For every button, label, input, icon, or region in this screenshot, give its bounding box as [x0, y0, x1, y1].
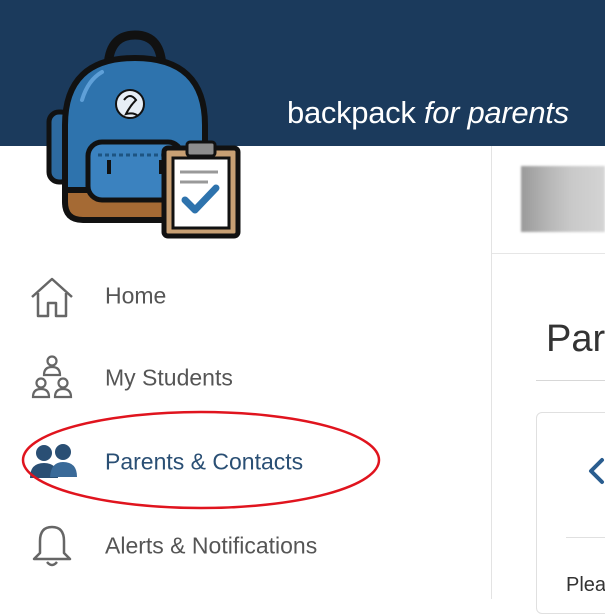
header-divider [492, 253, 605, 254]
brand-title-main: backpack [287, 95, 424, 130]
chevron-left-icon[interactable] [587, 456, 605, 486]
card-divider [566, 537, 605, 538]
bell-icon [32, 525, 72, 567]
sidebar-item-label: My Students [105, 364, 233, 391]
contacts-icon [30, 444, 77, 478]
sidebar-item-label: Alerts & Notifications [105, 532, 318, 559]
sidebar-item-home[interactable]: Home [28, 271, 368, 321]
sidebar-item-parents-contacts[interactable]: Parents & Contacts [28, 437, 368, 487]
brand-title-emphasis: for parents [423, 95, 569, 130]
card-instructions: Please [566, 574, 605, 596]
backpack-logo-icon[interactable] [40, 30, 245, 242]
page-title: Parents & Contacts [546, 318, 605, 360]
brand-title: backpack for parents [287, 95, 569, 131]
sidebar-item-alerts-notifications[interactable]: Alerts & Notifications [28, 521, 368, 571]
home-icon [31, 277, 73, 318]
sidebar-item-my-students[interactable]: My Students [28, 353, 368, 403]
students-icon [31, 355, 73, 399]
student-avatar[interactable] [521, 166, 605, 232]
sidebar-item-label: Parents & Contacts [105, 448, 304, 475]
sidebar-divider [491, 146, 492, 599]
sidebar-item-label: Home [105, 282, 167, 309]
title-divider [536, 380, 605, 381]
